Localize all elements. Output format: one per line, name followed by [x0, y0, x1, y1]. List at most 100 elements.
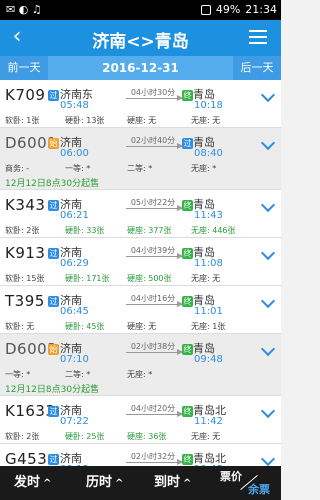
- next-day-button[interactable]: 后一天: [233, 56, 281, 80]
- price-remaining-toggle[interactable]: 票价 余票: [218, 466, 281, 500]
- sort-arrival-tab[interactable]: 到时 ^: [154, 466, 191, 500]
- departure-time: 06:21: [60, 210, 89, 221]
- seat-count: 无座: 446张: [191, 226, 236, 235]
- departure-time: 06:45: [60, 306, 89, 317]
- seat-count: 无座: *: [191, 164, 217, 173]
- train-row[interactable]: D6003 始济南 07:10 02小时38分终青岛 09:48 一等: * 二等: * 无座…: [0, 334, 281, 396]
- route-arrow-icon: [126, 205, 183, 211]
- menu-icon[interactable]: [249, 30, 267, 48]
- route-arrow-icon: [126, 95, 183, 101]
- seat-count: 硬座: 500张: [127, 274, 172, 283]
- seat-count: 硬卧: 25张: [65, 432, 105, 441]
- route-arrow-icon: [126, 411, 183, 417]
- travel-duration: 05小时22分: [130, 198, 176, 207]
- date-bar: 前一天 2016-12-31 后一天: [0, 56, 281, 80]
- arrival-time: 11:01: [194, 306, 223, 317]
- seat-count: 无座: 无: [191, 274, 221, 283]
- station-type-badge: 始: [48, 344, 59, 355]
- train-list: K709 过济南东 05:48 04小时30分终青岛 10:18 软卧: 1张 硬卧: 13…: [0, 80, 281, 466]
- train-row[interactable]: K709 过济南东 05:48 04小时30分终青岛 10:18 软卧: 1张 硬卧: 13…: [0, 80, 281, 128]
- travel-duration: 04小时30分: [130, 88, 176, 97]
- departure-time: 06:29: [60, 258, 89, 269]
- departure-time: 05:48: [60, 100, 89, 111]
- seat-count: 商务: -: [5, 164, 30, 173]
- train-row[interactable]: K343 过济南 06:21 05小时22分终青岛 11:43 软卧: 2张 硬卧: 33张…: [0, 190, 281, 238]
- train-row[interactable]: K913 过济南 06:29 04小时39分终青岛 11:08 软卧: 15张 硬卧: 17…: [0, 238, 281, 286]
- chevron-down-icon[interactable]: [260, 293, 276, 309]
- seat-count: 无座: *: [127, 370, 153, 379]
- route-arrow-icon: [126, 301, 183, 307]
- bottom-sort-bar: 发时 ^ 历时 ^ 到时 ^ 票价 余票: [0, 466, 281, 500]
- remaining-label: 余票: [248, 483, 270, 496]
- seat-count: 软卧: 2张: [5, 226, 40, 235]
- station-type-badge: 始: [48, 138, 59, 149]
- travel-duration: 04小时16分: [130, 294, 176, 303]
- seat-count: 一等: *: [65, 164, 91, 173]
- sort-duration-tab[interactable]: 历时 ^: [86, 466, 123, 500]
- travel-duration: 04小时20分: [130, 404, 176, 413]
- signal-icon: [200, 4, 211, 15]
- station-type-badge: 过: [48, 248, 59, 259]
- arrival-time: 11:08: [194, 258, 223, 269]
- travel-duration: 02小时40分: [130, 136, 176, 145]
- train-number: K913: [5, 244, 46, 262]
- chevron-down-icon[interactable]: [260, 135, 276, 151]
- seat-count: 硬座: 无: [127, 116, 157, 125]
- seat-count: 软卧: 15张: [5, 274, 45, 283]
- clock: 21:34: [245, 3, 277, 16]
- train-row[interactable]: K1633 过济南 07:22 04小时20分终青岛北 11:42 软卧: 2张 硬卧: 2…: [0, 396, 281, 444]
- travel-duration: 02小时38分: [130, 342, 176, 351]
- title-bar: ‹ 济南<>青岛: [0, 20, 281, 56]
- page-title: 济南<>青岛: [92, 32, 189, 52]
- departure-time: 06:00: [60, 148, 89, 159]
- train-number: K343: [5, 196, 46, 214]
- train-row[interactable]: D6001 始济南 06:00 02小时40分过青岛 08:40 商务: - 一等: * 二等…: [0, 128, 281, 190]
- sort-departure-tab[interactable]: 发时 ^: [14, 466, 51, 500]
- route-arrow-icon: [126, 253, 183, 259]
- station-type-badge: 终: [182, 406, 193, 417]
- prev-day-button[interactable]: 前一天: [0, 56, 48, 80]
- seat-count: 软卧: 无: [5, 322, 35, 331]
- seat-count: 硬卧: 13张: [65, 116, 105, 125]
- chevron-down-icon[interactable]: [260, 245, 276, 261]
- current-date[interactable]: 2016-12-31: [48, 56, 233, 80]
- arrival-time: 11:42: [194, 416, 223, 427]
- train-row[interactable]: G453过济南08:1302小时32分终青岛北10:45: [0, 444, 281, 466]
- seat-count: 一等: *: [5, 370, 31, 379]
- station-type-badge: 终: [182, 200, 193, 211]
- seat-count: 二等: *: [127, 164, 153, 173]
- train-row[interactable]: T395 过济南 06:45 04小时16分终青岛 11:01 软卧: 无硬卧: 45张硬…: [0, 286, 281, 334]
- station-type-badge: 终: [182, 90, 193, 101]
- seat-count: 软卧: 1张: [5, 116, 40, 125]
- station-type-badge: 终: [182, 248, 193, 259]
- chevron-down-icon[interactable]: [260, 403, 276, 419]
- arrival-time: 10:18: [194, 100, 223, 111]
- status-icons: ✉ ◐ ♫: [6, 3, 42, 16]
- seat-count: 硬座: 377张: [127, 226, 172, 235]
- station-type-badge: 过: [182, 138, 193, 149]
- sale-notice: 12月12日8点30分起售: [5, 385, 100, 395]
- price-label: 票价: [220, 470, 242, 483]
- route-arrow-icon: [126, 349, 183, 355]
- seat-count: 二等: *: [65, 370, 91, 379]
- route-arrow-icon: [126, 459, 183, 465]
- station-type-badge: 过: [48, 454, 59, 465]
- arrival-time: 09:48: [194, 354, 223, 365]
- station-type-badge: 过: [48, 296, 59, 307]
- chevron-down-icon[interactable]: [260, 451, 276, 466]
- chevron-down-icon[interactable]: [260, 87, 276, 103]
- train-number: K709: [5, 86, 46, 104]
- status-right: 49% 21:34: [200, 3, 277, 16]
- chevron-down-icon[interactable]: [260, 197, 276, 213]
- arrival-time: 11:43: [194, 210, 223, 221]
- station-type-badge: 过: [48, 200, 59, 211]
- battery-level: 49%: [215, 3, 241, 16]
- chevron-down-icon[interactable]: [260, 341, 276, 357]
- arrival-time: 08:40: [194, 148, 223, 159]
- seat-count: 硬卧: 45张: [65, 322, 105, 331]
- seat-count: 无座: 1张: [191, 322, 226, 331]
- station-type-badge: 过: [48, 90, 59, 101]
- train-number: T395: [5, 292, 45, 310]
- station-type-badge: 终: [182, 296, 193, 307]
- status-bar: ✉ ◐ ♫ 49% 21:34: [0, 0, 281, 20]
